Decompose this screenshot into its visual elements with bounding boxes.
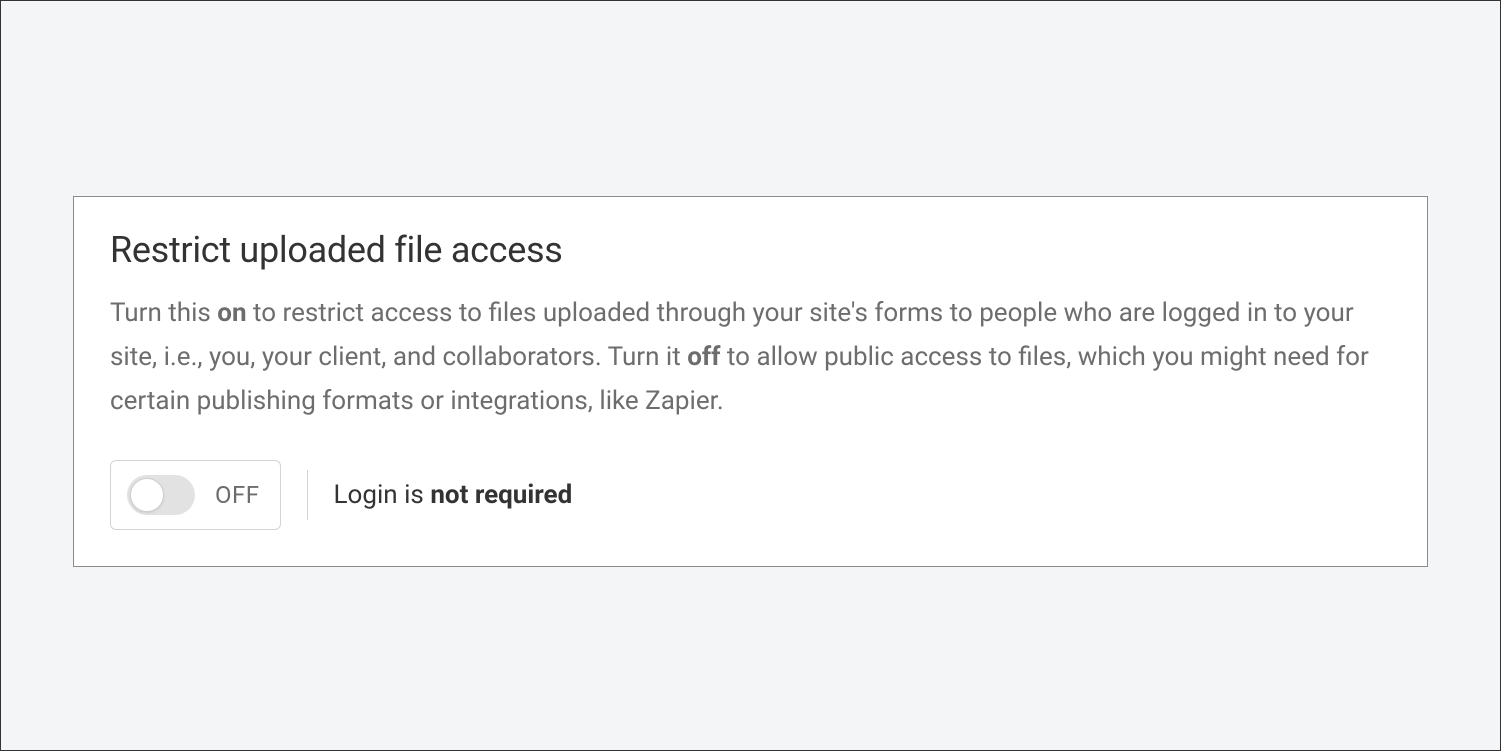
desc-part-1: Turn this bbox=[110, 298, 217, 328]
desc-bold-1: on bbox=[217, 298, 246, 328]
card-description: Turn this on to restrict access to files… bbox=[110, 291, 1391, 424]
vertical-divider bbox=[307, 470, 308, 520]
toggle-row: OFF Login is not required bbox=[110, 460, 1391, 530]
toggle-switch-icon bbox=[127, 475, 195, 515]
restrict-file-access-card: Restrict uploaded file access Turn this … bbox=[73, 196, 1428, 567]
status-prefix: Login is bbox=[334, 480, 431, 510]
toggle-state-label: OFF bbox=[215, 481, 260, 509]
toggle-knob-icon bbox=[130, 478, 164, 512]
desc-bold-2: off bbox=[687, 342, 720, 372]
restrict-access-toggle[interactable]: OFF bbox=[110, 460, 281, 530]
status-emphasis: not required bbox=[430, 480, 572, 510]
card-title: Restrict uploaded file access bbox=[110, 229, 1391, 271]
login-status-text: Login is not required bbox=[334, 480, 573, 510]
